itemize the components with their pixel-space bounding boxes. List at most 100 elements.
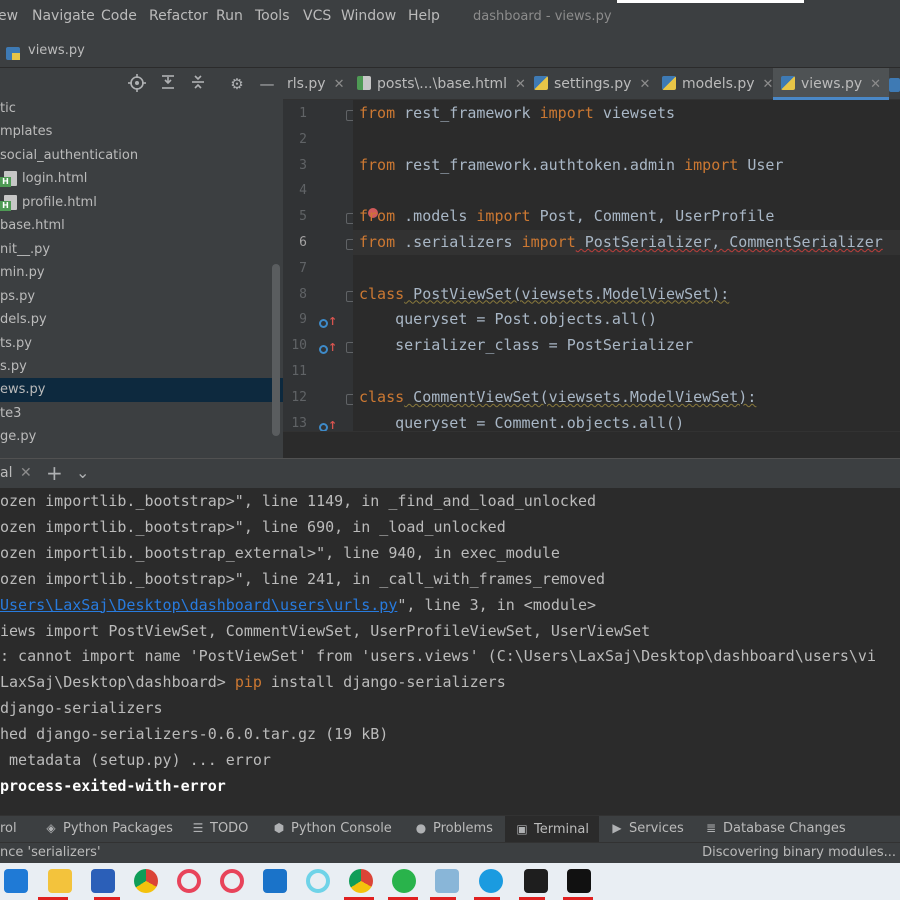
tool-label: Database Changes bbox=[723, 821, 846, 836]
html-file-icon: H bbox=[0, 194, 18, 211]
tree-item[interactable]: min.py bbox=[0, 261, 283, 285]
cortana-icon[interactable] bbox=[306, 869, 330, 893]
tree-item[interactable]: nit__.py bbox=[0, 238, 283, 262]
terminal-line: metadata (setup.py) ... error bbox=[0, 751, 271, 769]
tab-base-html[interactable]: posts\...\base.html ✕ bbox=[357, 68, 526, 100]
close-icon[interactable]: ✕ bbox=[763, 77, 774, 92]
override-marker-icon[interactable]: ↑ bbox=[319, 315, 337, 329]
store-icon[interactable] bbox=[91, 869, 115, 893]
tool-version-control[interactable]: rol bbox=[0, 821, 17, 836]
project-scrollbar[interactable] bbox=[272, 264, 280, 436]
tree-item[interactable]: base.html bbox=[0, 214, 283, 238]
database-icon: ≣ bbox=[705, 821, 717, 835]
locate-icon[interactable] bbox=[127, 74, 147, 94]
close-icon[interactable]: ✕ bbox=[334, 77, 345, 92]
menu-help[interactable]: Help bbox=[408, 8, 440, 24]
expand-all-icon[interactable] bbox=[158, 74, 178, 94]
edge-icon[interactable] bbox=[4, 869, 28, 893]
collapse-all-icon[interactable] bbox=[188, 74, 208, 94]
menu-vcs[interactable]: VCS bbox=[303, 8, 331, 24]
tree-item[interactable]: Hprofile.html bbox=[0, 191, 283, 215]
terminal-line: ozen importlib._bootstrap_external>", li… bbox=[0, 543, 560, 562]
tool-label: Python Console bbox=[291, 821, 392, 836]
tool-problems[interactable]: ● Problems bbox=[414, 821, 493, 836]
skype-icon[interactable] bbox=[479, 869, 503, 893]
code-line: from .models import Post, Comment, UserP… bbox=[359, 207, 775, 226]
tab-views[interactable]: views.py ✕ bbox=[773, 68, 890, 100]
tree-item-selected[interactable]: ews.py bbox=[0, 378, 283, 402]
hide-icon[interactable]: — bbox=[257, 74, 277, 94]
terminal-header: al ✕ + ⌄ bbox=[0, 458, 900, 488]
menu-tools[interactable]: Tools bbox=[255, 8, 290, 24]
line-number: 9 bbox=[299, 312, 307, 328]
menu-bar: ew Navigate Code Refactor Run Tools VCS … bbox=[0, 0, 900, 34]
tree-item[interactable]: Hlogin.html bbox=[0, 167, 283, 191]
tree-item[interactable]: ge.py bbox=[0, 425, 283, 449]
tab-label: rls.py bbox=[287, 76, 326, 92]
menu-window[interactable]: Window bbox=[341, 8, 396, 24]
chrome-icon[interactable] bbox=[349, 869, 373, 893]
code-line: from rest_framework.authtoken.admin impo… bbox=[359, 155, 784, 174]
tree-item[interactable]: mplates bbox=[0, 120, 283, 144]
menu-view[interactable]: ew bbox=[0, 8, 18, 24]
opera-gx-icon[interactable] bbox=[220, 869, 244, 893]
status-progress[interactable]: Discovering binary modules... bbox=[702, 845, 896, 860]
tree-item[interactable]: dels.py bbox=[0, 308, 283, 332]
code-line: class CommentViewSet(viewsets.ModelViewS… bbox=[359, 387, 757, 406]
tree-item[interactable]: ts.py bbox=[0, 332, 283, 356]
tab-label: views.py bbox=[801, 76, 863, 92]
python-file-icon bbox=[662, 76, 676, 90]
line-number: 3 bbox=[299, 157, 307, 173]
chrome-icon[interactable] bbox=[134, 869, 158, 893]
tab-urls[interactable]: rls.py ✕ bbox=[287, 68, 344, 100]
terminal-output[interactable]: ozen importlib._bootstrap>", line 1149, … bbox=[0, 488, 900, 815]
tree-item-label: s.py bbox=[0, 359, 27, 374]
tool-python-console[interactable]: ⬢ Python Console bbox=[272, 821, 392, 836]
tree-item[interactable]: social_authentication bbox=[0, 144, 283, 168]
tool-python-packages[interactable]: ◈ Python Packages bbox=[44, 821, 172, 836]
tree-item[interactable]: tic bbox=[0, 97, 283, 121]
list-icon: ☰ bbox=[192, 821, 204, 835]
menu-code[interactable]: Code bbox=[101, 8, 137, 24]
opera-icon[interactable] bbox=[177, 869, 201, 893]
tool-services[interactable]: ▶ Services bbox=[610, 821, 683, 836]
breadcrumb-file[interactable]: views.py bbox=[28, 43, 85, 58]
tree-item-label: ews.py bbox=[0, 382, 46, 397]
close-icon[interactable]: ✕ bbox=[515, 77, 526, 92]
terminal-tab[interactable]: al bbox=[0, 465, 12, 481]
mail-icon[interactable] bbox=[263, 869, 287, 893]
tool-terminal[interactable]: ▣ Terminal bbox=[505, 816, 599, 843]
pycharm-icon[interactable] bbox=[567, 869, 591, 893]
tab-label: models.py bbox=[682, 76, 755, 92]
menu-run[interactable]: Run bbox=[216, 8, 243, 24]
tool-label: rol bbox=[0, 821, 17, 836]
html-file-icon bbox=[357, 76, 371, 90]
tree-item[interactable]: s.py bbox=[0, 355, 283, 379]
new-terminal-icon[interactable]: + bbox=[46, 461, 63, 485]
whatsapp-icon[interactable] bbox=[392, 869, 416, 893]
tree-item-label: social_authentication bbox=[0, 148, 139, 163]
tab-settings[interactable]: settings.py ✕ bbox=[534, 68, 650, 100]
line-number: 11 bbox=[291, 364, 307, 379]
notepad-icon[interactable] bbox=[435, 869, 459, 893]
overlay-bar bbox=[617, 0, 804, 3]
tree-item-label: ps.py bbox=[0, 289, 36, 304]
file-link[interactable]: Users\LaxSaj\Desktop\dashboard\users\url… bbox=[0, 596, 397, 614]
tool-database-changes[interactable]: ≣ Database Changes bbox=[704, 821, 846, 836]
file-explorer-icon[interactable] bbox=[48, 869, 72, 893]
tool-todo[interactable]: ☰ TODO bbox=[191, 821, 249, 836]
close-icon[interactable]: ✕ bbox=[639, 77, 650, 92]
menu-navigate[interactable]: Navigate bbox=[32, 8, 95, 24]
chevron-down-icon[interactable]: ⌄ bbox=[76, 463, 89, 482]
cmd-icon[interactable] bbox=[524, 869, 548, 893]
tab-models[interactable]: models.py ✕ bbox=[662, 68, 773, 100]
menu-refactor[interactable]: Refactor bbox=[149, 8, 208, 24]
override-marker-icon[interactable]: ↑ bbox=[319, 341, 337, 355]
tree-item[interactable]: te3 bbox=[0, 402, 283, 426]
python-icon: ⬢ bbox=[273, 821, 285, 835]
tree-item[interactable]: ps.py bbox=[0, 285, 283, 309]
gear-icon[interactable]: ⚙ bbox=[227, 74, 247, 94]
close-icon[interactable]: ✕ bbox=[870, 77, 881, 92]
close-icon[interactable]: ✕ bbox=[20, 465, 32, 481]
code-editor[interactable]: from rest_framework import viewsets from … bbox=[353, 100, 900, 431]
